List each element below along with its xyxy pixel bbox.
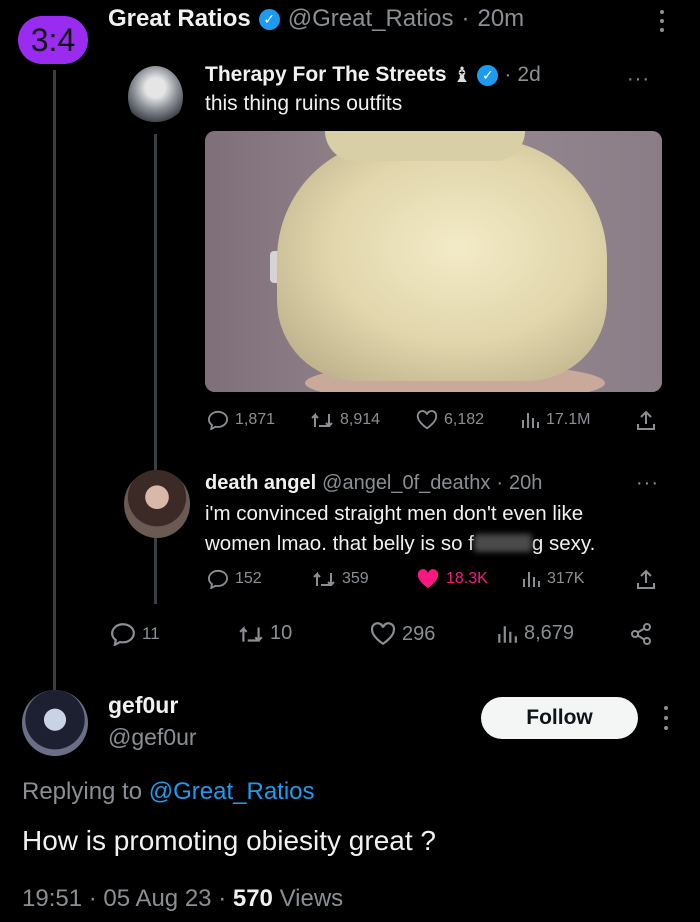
author-name[interactable]: death angel [205,472,316,495]
tweet-text-line: women lmao. that belly is so f [205,532,474,555]
quoted-tweet-header: death angel @angel_0f_deathx · 20h [205,471,543,495]
share-button[interactable] [636,409,656,431]
tweet-text: this thing ruins outfits [205,92,403,115]
tweet-stats: 1,871 8,914 6,182 17.1M [0,407,700,433]
follow-button[interactable]: Follow [481,697,638,739]
views-count: 17.1M [546,411,591,428]
quoted-tweet-header: Therapy For The Streets ♝ ✓ · 2d [205,63,541,87]
avatar[interactable]: 3:4 [18,16,88,64]
reply-button[interactable]: 1,871 [207,410,275,430]
retweet-button[interactable]: 10 [238,622,292,645]
censor-blur [473,534,532,552]
views-button[interactable]: 317K [521,570,584,588]
tweet-header: Great Ratios ✓ @Great_Ratios · 20m [108,4,524,34]
views-icon [521,570,541,588]
tweet-actions: 11 10 296 8,679 [0,618,700,654]
like-count: 6,182 [444,411,485,428]
avatar[interactable] [128,66,183,128]
tweet-text-line: i'm convinced straight men don't even li… [205,502,584,525]
share-icon [636,409,656,431]
like-button[interactable]: 296 [370,622,435,646]
author-name[interactable]: Great Ratios [108,5,251,33]
share-button[interactable] [636,568,656,590]
share-icon [628,622,654,646]
tweet-stats: 152 359 18.3K 317K [0,566,700,592]
reply-count: 152 [235,570,262,587]
tweet-time: 20m [477,5,525,32]
like-count: 18.3K [446,570,488,587]
reply-meta: 19:51 · 05 Aug 23 · 570 Views [22,885,344,912]
tweet-text: i'm convinced straight men don't even li… [205,499,660,559]
like-icon [370,622,396,646]
tweet-photo[interactable] [205,131,662,392]
reply-icon [207,410,229,430]
tweet-time: 20h [509,471,543,494]
share-button[interactable] [628,622,654,646]
views-icon [520,411,540,429]
reply-time: 19:51 [22,885,83,912]
more-icon[interactable]: ··· [627,68,650,91]
retweet-icon [312,570,336,588]
retweet-icon [310,411,334,429]
views-button[interactable]: 8,679 [496,622,574,645]
separator-dot: · [461,5,470,32]
reply-views-label: Views [279,885,344,912]
author-handle[interactable]: @angel_0f_deathx [322,472,490,495]
more-icon[interactable] [655,6,669,36]
verified-icon: ✓ [477,64,499,86]
chess-emoji: ♝ [452,63,472,87]
retweet-count: 8,914 [340,411,381,428]
avatar[interactable] [22,690,88,756]
avatar-text: 3:4 [30,21,76,58]
retweet-icon [238,624,264,644]
reply-views-count: 570 [232,885,273,912]
reply-count: 1,871 [235,411,276,428]
replying-handle-link[interactable]: @Great_Ratios [149,778,315,805]
reply-button[interactable]: 152 [207,569,262,589]
verified-icon: ✓ [258,8,280,30]
retweet-button[interactable]: 359 [312,570,369,588]
retweet-count: 10 [270,622,293,644]
avatar[interactable] [124,470,190,538]
more-icon[interactable] [659,704,673,732]
like-icon [416,410,438,430]
reply-icon [207,569,229,589]
like-count: 296 [402,622,436,645]
reply-text: How is promoting obiesity great ? [22,825,436,856]
like-button[interactable]: 18.3K [416,568,488,590]
tweet-time: 2d [517,63,541,86]
author-handle[interactable]: @Great_Ratios [288,5,454,33]
reply-icon [110,622,136,646]
views-count: 8,679 [524,622,575,644]
reply-count: 11 [142,624,160,643]
like-icon [416,568,440,590]
thread-line [53,70,56,692]
author-name[interactable]: Therapy For The Streets [205,63,447,87]
retweet-button[interactable]: 8,914 [310,411,380,429]
like-button[interactable]: 6,182 [416,410,484,430]
views-button[interactable]: 17.1M [520,411,590,429]
tweet-text-line: g sexy. [531,532,596,555]
author-name[interactable]: gef0ur [108,692,178,719]
replying-to: Replying to @Great_Ratios [22,778,315,806]
more-icon[interactable]: ··· [636,472,659,495]
replying-prefix: Replying to [22,778,143,805]
reply-date: 05 Aug 23 [103,885,212,912]
views-icon [496,624,518,644]
share-icon [636,568,656,590]
views-count: 317K [547,570,585,587]
reply-button[interactable]: 11 [110,622,160,646]
author-handle[interactable]: @gef0ur [108,724,197,751]
retweet-count: 359 [342,570,369,587]
